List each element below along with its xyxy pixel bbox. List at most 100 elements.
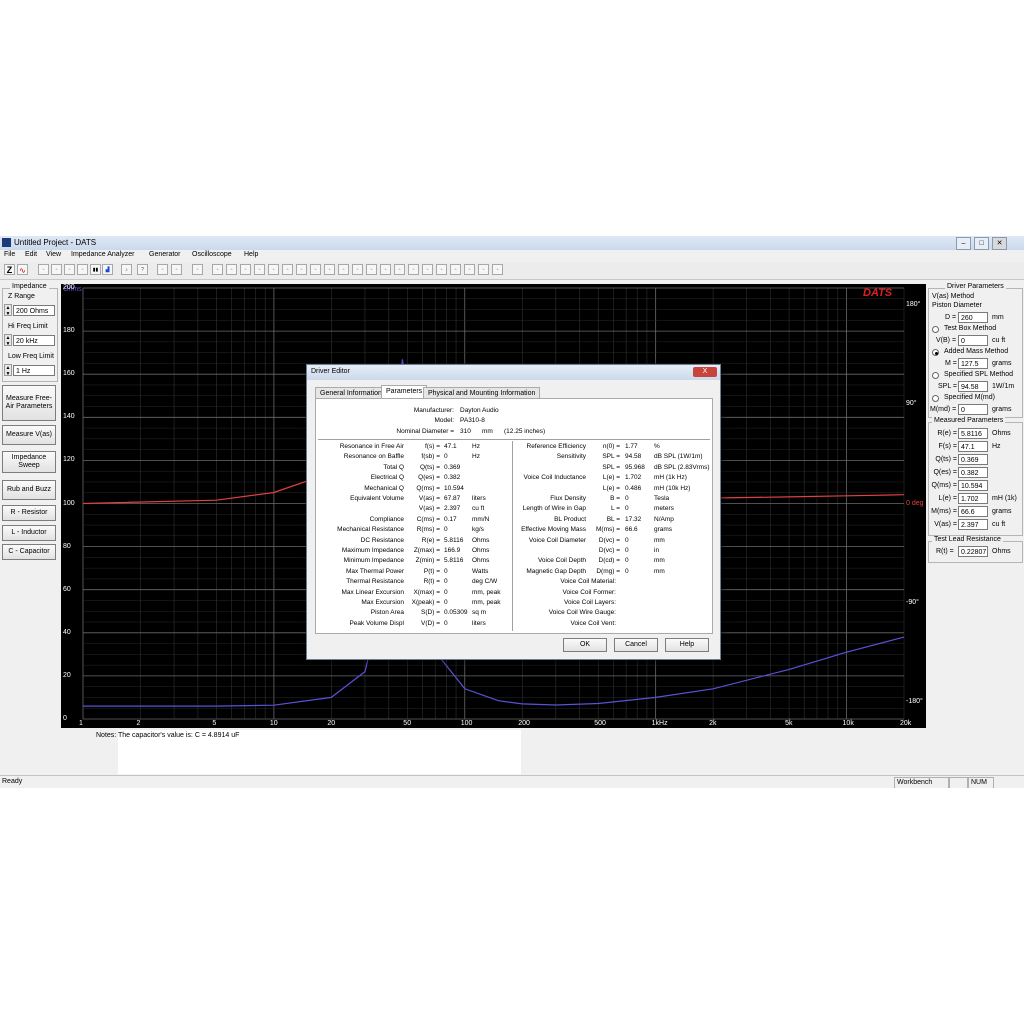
tool-icon[interactable]: ▫ bbox=[254, 264, 265, 275]
d-field[interactable]: 260 bbox=[958, 312, 988, 323]
tool-icon[interactable]: ▫ bbox=[51, 264, 62, 275]
minimize-icon[interactable]: – bbox=[956, 237, 971, 250]
low-freq-spinner[interactable]: ▲ ▼ bbox=[4, 364, 12, 377]
param-value[interactable]: 0 bbox=[444, 599, 448, 607]
spl-field[interactable]: 94.58 bbox=[958, 381, 988, 392]
measured-value-field[interactable]: 0.382 bbox=[958, 467, 988, 478]
param-value[interactable]: 0 bbox=[625, 557, 629, 565]
tool-icon[interactable]: ▫ bbox=[171, 264, 182, 275]
tool-icon[interactable]: ▫ bbox=[436, 264, 447, 275]
model-value[interactable]: PA310-8 bbox=[460, 417, 485, 425]
tool-icon[interactable]: ▫ bbox=[157, 264, 168, 275]
rub-and-buzz-button[interactable]: Rub and Buzz bbox=[2, 480, 56, 500]
param-value[interactable]: 1.77 bbox=[625, 443, 638, 451]
measured-value-field[interactable]: 66.6 bbox=[958, 506, 988, 517]
specified-spl-radio[interactable] bbox=[932, 372, 939, 379]
inductor-button[interactable]: L - Inductor bbox=[2, 525, 56, 541]
measure-vas-button[interactable]: Measure V(as) bbox=[2, 425, 56, 445]
generator-mode-icon[interactable]: ∿ bbox=[17, 264, 28, 275]
tool-icon[interactable]: ▫ bbox=[64, 264, 75, 275]
tool-icon[interactable]: ▫ bbox=[77, 264, 88, 275]
tool-icon[interactable]: ▫ bbox=[310, 264, 321, 275]
nominal-diameter-value[interactable]: 310 bbox=[460, 428, 471, 436]
param-value[interactable]: 94.58 bbox=[625, 453, 641, 461]
measure-free-air-button[interactable]: Measure Free-Air Parameters bbox=[2, 385, 56, 421]
tool-icon[interactable]: ▫ bbox=[282, 264, 293, 275]
resistor-button[interactable]: R - Resistor bbox=[2, 505, 56, 521]
tool-icon[interactable]: ▫ bbox=[212, 264, 223, 275]
param-value[interactable]: 0 bbox=[625, 495, 629, 503]
tool-icon[interactable]: ▫ bbox=[240, 264, 251, 275]
menu-file[interactable]: File bbox=[4, 251, 15, 258]
param-value[interactable]: 0 bbox=[444, 620, 448, 628]
tool-icon[interactable]: ▫ bbox=[394, 264, 405, 275]
measured-value-field[interactable]: 0.369 bbox=[958, 454, 988, 465]
specified-mmd-radio[interactable] bbox=[932, 395, 939, 402]
param-value[interactable]: 5.8116 bbox=[444, 557, 463, 565]
z-range-spinner[interactable]: ▲ ▼ bbox=[4, 304, 12, 317]
tool-icon[interactable]: ▫ bbox=[464, 264, 475, 275]
m-field[interactable]: 127.5 bbox=[958, 358, 988, 369]
param-value[interactable]: 67.87 bbox=[444, 495, 460, 503]
param-value[interactable]: 5.8116 bbox=[444, 537, 463, 545]
param-value[interactable]: 0 bbox=[444, 453, 448, 461]
measured-value-field[interactable]: 1.702 bbox=[958, 493, 988, 504]
tool-icon[interactable]: ▫ bbox=[324, 264, 335, 275]
param-value[interactable]: 166.9 bbox=[444, 547, 460, 555]
measured-value-field[interactable]: 5.8116 bbox=[958, 428, 988, 439]
bars-icon[interactable]: ▮▮ bbox=[90, 264, 101, 275]
close-icon[interactable]: ✕ bbox=[992, 237, 1007, 250]
vb-field[interactable]: 0 bbox=[958, 335, 988, 346]
tool-icon[interactable]: ▫ bbox=[478, 264, 489, 275]
measured-value-field[interactable]: 47.1 bbox=[958, 441, 988, 452]
hi-freq-field[interactable]: 20 kHz bbox=[13, 335, 55, 346]
tool-icon[interactable]: ▫ bbox=[408, 264, 419, 275]
tool-icon[interactable]: ▫ bbox=[192, 264, 203, 275]
menu-oscilloscope[interactable]: Oscilloscope bbox=[192, 251, 232, 258]
param-value[interactable]: 0 bbox=[625, 547, 629, 555]
param-value[interactable]: 1.702 bbox=[625, 474, 641, 482]
tab-parameters[interactable]: Parameters bbox=[381, 385, 428, 399]
param-value[interactable]: 10.594 bbox=[444, 485, 464, 493]
param-value[interactable]: 0.05309 bbox=[444, 609, 468, 617]
menu-help[interactable]: Help bbox=[244, 251, 258, 258]
tool-icon[interactable]: ♪ bbox=[121, 264, 132, 275]
tool-icon[interactable]: ▫ bbox=[492, 264, 503, 275]
tool-icon[interactable]: ▫ bbox=[352, 264, 363, 275]
param-value[interactable]: 0.17 bbox=[444, 516, 457, 524]
mmd-field[interactable]: 0 bbox=[958, 404, 988, 415]
tool-icon[interactable]: ▫ bbox=[380, 264, 391, 275]
param-value[interactable]: 0 bbox=[444, 526, 448, 534]
param-value[interactable]: 2.397 bbox=[444, 505, 460, 513]
help-button[interactable]: Help bbox=[665, 638, 709, 652]
dialog-close-button[interactable]: X bbox=[693, 367, 717, 377]
notes-area[interactable]: The capacitor's value is: C = 4.8914 uF bbox=[118, 730, 521, 774]
param-value[interactable]: 0.486 bbox=[625, 485, 641, 493]
param-value[interactable]: 0 bbox=[625, 537, 629, 545]
param-value[interactable]: 0 bbox=[444, 589, 448, 597]
tool-icon[interactable]: ▫ bbox=[296, 264, 307, 275]
param-value[interactable]: 0 bbox=[444, 578, 448, 586]
menu-impedance-analyzer[interactable]: Impedance Analyzer bbox=[71, 251, 134, 258]
tool-icon[interactable]: ▫ bbox=[38, 264, 49, 275]
tool-icon[interactable]: ▫ bbox=[450, 264, 461, 275]
tool-icon[interactable]: ▫ bbox=[338, 264, 349, 275]
help-cursor-icon[interactable]: ? bbox=[137, 264, 148, 275]
param-value[interactable]: 47.1 bbox=[444, 443, 457, 451]
impedance-sweep-button[interactable]: Impedance Sweep bbox=[2, 451, 56, 473]
rt-field[interactable]: 0.22807 bbox=[958, 546, 988, 557]
param-value[interactable]: 0.382 bbox=[444, 474, 460, 482]
menu-edit[interactable]: Edit bbox=[25, 251, 37, 258]
param-value[interactable]: 17.32 bbox=[625, 516, 641, 524]
maximize-icon[interactable]: □ bbox=[974, 237, 989, 250]
param-value[interactable]: 0.369 bbox=[444, 464, 460, 472]
param-value[interactable]: 66.6 bbox=[625, 526, 638, 534]
test-box-radio[interactable] bbox=[932, 326, 939, 333]
param-value[interactable]: 0 bbox=[625, 568, 629, 576]
ok-button[interactable]: OK bbox=[563, 638, 607, 652]
hi-freq-spinner[interactable]: ▲ ▼ bbox=[4, 334, 12, 347]
param-value[interactable]: 0 bbox=[444, 568, 448, 576]
cancel-button[interactable]: Cancel bbox=[614, 638, 658, 652]
manufacturer-value[interactable]: Dayton Audio bbox=[460, 407, 499, 415]
tool-icon[interactable]: ▫ bbox=[268, 264, 279, 275]
